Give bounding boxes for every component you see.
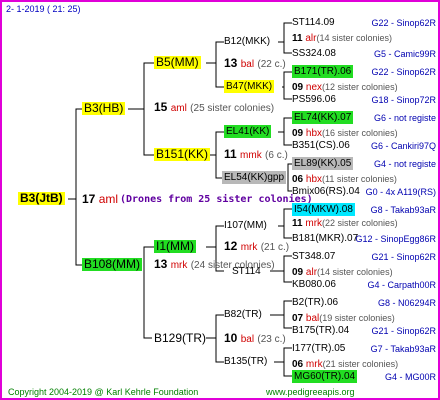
g4-label-11: Bmix06(RS).04 xyxy=(292,186,360,197)
g4-num-13: 11 xyxy=(292,218,303,229)
g4-label-6: EL74(KK).07 xyxy=(292,111,354,124)
root-code: aml xyxy=(98,192,119,206)
g4-label-3: B171(TR).06 xyxy=(292,65,354,78)
g4-note-13: (22 sister colonies) xyxy=(322,218,398,228)
g2-note-2: (21 c.) xyxy=(260,242,290,253)
g1-label-0: B3(HB) xyxy=(82,101,126,115)
g2-note-3: (23 c.) xyxy=(257,334,286,345)
g2-label-3: B129(TR) xyxy=(154,331,207,345)
g4-right-12: G8 - Takab93aR xyxy=(370,205,436,215)
g4-num-10: 06 xyxy=(292,174,304,185)
g4-label-8: B351(CS).06 xyxy=(292,140,350,151)
g2-num-1: 11 xyxy=(224,147,237,161)
g1-code-0: aml xyxy=(170,103,187,114)
g4-note-4: (12 sister colonies) xyxy=(322,82,398,92)
g2-note-0: (22 c.) xyxy=(257,59,286,70)
g4-label-12: I54(MKW).08 xyxy=(292,203,355,216)
g4-code-13: mrk xyxy=(305,218,323,229)
g4-label-18: B2(TR).06 xyxy=(292,297,339,308)
g2-num-0: 13 xyxy=(224,56,238,70)
g4-code-16: alr xyxy=(305,267,318,278)
g4-code-19: bal xyxy=(305,313,320,324)
g4-num-7: 09 xyxy=(292,128,304,139)
g2-label-0: B5(MM) xyxy=(154,55,201,69)
g4-note-1: (14 sister colonies) xyxy=(316,33,393,43)
g4-right-6: G6 - not registe xyxy=(373,113,436,123)
g4-label-17: KB080.06 xyxy=(292,279,336,290)
g4-summary-13: 11 mrk(22 sister colonies) xyxy=(292,217,398,230)
g4-right-23: G4 - MG00R xyxy=(384,372,436,382)
g4-right-21: G7 - Takab93aR xyxy=(370,344,436,354)
g1-note-0: (25 sister colonies) xyxy=(190,103,275,114)
g4-label-2: SS324.08 xyxy=(292,48,336,59)
g4-right-17: G4 - Carpath00R xyxy=(367,280,436,290)
g1-num-1: 13 xyxy=(154,257,168,271)
g4-label-21: I177(TR).05 xyxy=(292,343,346,354)
g4-note-16: (14 sister colonies) xyxy=(317,267,393,277)
g4-code-22: mrk xyxy=(305,359,323,370)
g4-right-15: G21 - Sinop62R xyxy=(371,252,436,262)
g2-label-2: I1(MM) xyxy=(154,239,196,253)
g4-right-20: G21 - Sinop62R xyxy=(371,326,436,336)
root-num: 17 xyxy=(82,192,96,206)
g4-right-18: G8 - N06294R xyxy=(377,298,436,308)
g2-note-1: (6 c.) xyxy=(265,150,288,161)
g4-right-0: G22 - Sinop62R xyxy=(371,18,436,28)
copyright-text: Copyright 2004-2019 @ Karl Kehrle Founda… xyxy=(8,387,199,397)
g4-right-5: G18 - Sinop72R xyxy=(371,95,436,105)
g3-label-6: B82(TR) xyxy=(224,309,262,320)
pedigree-page: 2- 1-2019 ( 21: 25) B3(JtB) 17 aml (Dron… xyxy=(0,0,440,400)
g4-right-2: G5 - Camic99R xyxy=(373,49,436,59)
g4-label-15: ST348.07 xyxy=(292,251,336,262)
g1-num-0: 15 xyxy=(154,100,168,114)
g4-label-5: PS596.06 xyxy=(292,94,336,105)
g3-label-0: B12(MKK) xyxy=(224,36,271,47)
g2-label-1: B151(KK) xyxy=(154,147,211,161)
g4-label-14: B181(MKR).07 xyxy=(292,233,359,244)
g2-num-3: 10 xyxy=(224,331,238,345)
g2-code-2: mrk xyxy=(240,242,258,253)
g2-num-2: 12 xyxy=(224,239,238,253)
g4-note-7: (16 sister colonies) xyxy=(322,128,398,138)
g4-code-10: hbx xyxy=(305,174,323,185)
g2-code-0: bal xyxy=(240,59,255,70)
g4-num-16: 09 xyxy=(292,267,304,278)
g3-label-4: I107(MM) xyxy=(224,220,267,231)
g4-num-19: 07 xyxy=(292,313,304,324)
website-link[interactable]: www.pedigreeapis.org xyxy=(266,387,355,397)
g4-right-14: G12 - SinopEgg86R xyxy=(355,234,436,244)
g4-label-23: MG60(TR).04 xyxy=(292,370,358,383)
g4-num-1: 11 xyxy=(292,33,303,44)
g3-label-3: EL54(KK)gpp xyxy=(222,171,287,184)
g4-code-1: alr xyxy=(305,33,317,44)
root-note: (Drones from 25 sister colonies) xyxy=(120,194,313,205)
root-label: B3(JtB) xyxy=(18,191,65,205)
g2-code-3: bal xyxy=(240,334,255,345)
g4-code-7: hbx xyxy=(305,128,323,139)
g4-num-22: 06 xyxy=(292,359,304,370)
g4-num-4: 09 xyxy=(292,82,304,93)
g3-label-5: ST114 xyxy=(232,266,261,277)
g4-summary-1: 11 alr(14 sister colonies) xyxy=(292,32,392,45)
g4-note-19: (19 sister colonies) xyxy=(319,313,395,323)
g4-right-9: G4 - not registe xyxy=(373,159,436,169)
g4-note-22: (21 sister colonies) xyxy=(322,359,399,369)
g4-right-8: G6 - Cankiri97Q xyxy=(370,141,436,151)
g3-label-1: B47(MKK) xyxy=(224,80,275,93)
g4-label-9: EL89(KK).05 xyxy=(292,157,354,170)
g2-code-1: mmk xyxy=(240,150,262,161)
g1-label-1: B108(MM) xyxy=(82,257,143,271)
g4-right-11: G0 - 4x A119(RS) xyxy=(365,187,436,197)
g4-label-20: B175(TR).04 xyxy=(292,325,350,336)
g1-code-1: mrk xyxy=(170,260,188,271)
g4-right-3: G22 - Sinop62R xyxy=(371,67,436,77)
g3-label-2: EL41(KK) xyxy=(224,125,272,138)
g4-note-10: (11 sister colonies) xyxy=(322,174,397,184)
g4-code-4: nex xyxy=(305,82,323,93)
g4-label-0: ST114.09 xyxy=(292,17,335,28)
g3-label-7: B135(TR) xyxy=(224,356,268,367)
